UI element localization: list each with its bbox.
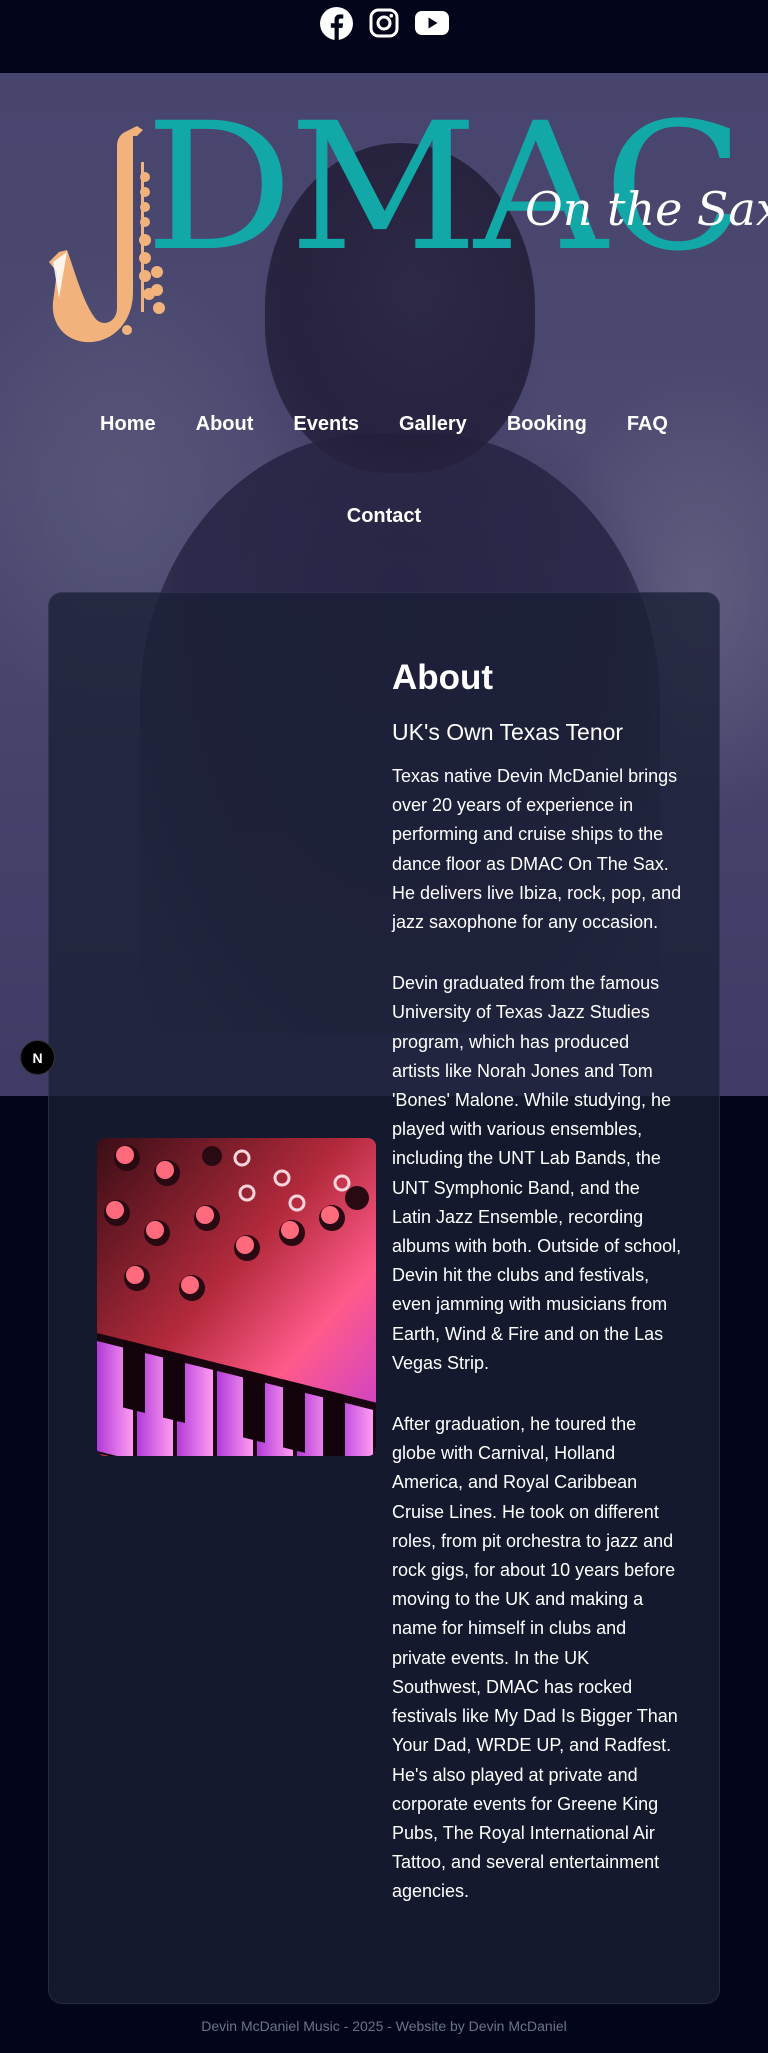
n-badge-button[interactable]: N [20, 1040, 55, 1075]
footer-text: Devin McDaniel Music - 2025 - Website by… [201, 2018, 567, 2034]
site-logo[interactable]: DMAC On the Sax [45, 100, 768, 362]
about-paragraph: After graduation, he toured the globe wi… [392, 1414, 678, 1902]
about-subtitle: UK's Own Texas Tenor [392, 719, 624, 745]
nav-item-about[interactable]: About [176, 408, 274, 440]
main-nav: Home About Events Gallery Booking FAQ Co… [0, 408, 768, 532]
about-title: About [392, 658, 494, 697]
social-bar [0, 0, 768, 73]
nav-item-home[interactable]: Home [80, 408, 176, 440]
nav-item-faq[interactable]: FAQ [607, 408, 688, 440]
synthesizer-image [97, 1138, 376, 1456]
nav-item-booking[interactable]: Booking [487, 408, 607, 440]
facebook-icon[interactable] [319, 6, 353, 40]
about-paragraph: Devin graduated from the famous Universi… [392, 973, 682, 1373]
instagram-icon[interactable] [367, 6, 401, 40]
nav-item-contact[interactable]: Contact [327, 500, 441, 532]
about-paragraph: Texas native Devin McDaniel brings over … [392, 766, 682, 933]
nav-item-gallery[interactable]: Gallery [379, 408, 487, 440]
about-body: Texas native Devin McDaniel brings over … [392, 762, 682, 1939]
logo-tagline: On the Sax [525, 182, 768, 236]
youtube-icon[interactable] [415, 6, 449, 40]
nav-item-events[interactable]: Events [273, 408, 379, 440]
